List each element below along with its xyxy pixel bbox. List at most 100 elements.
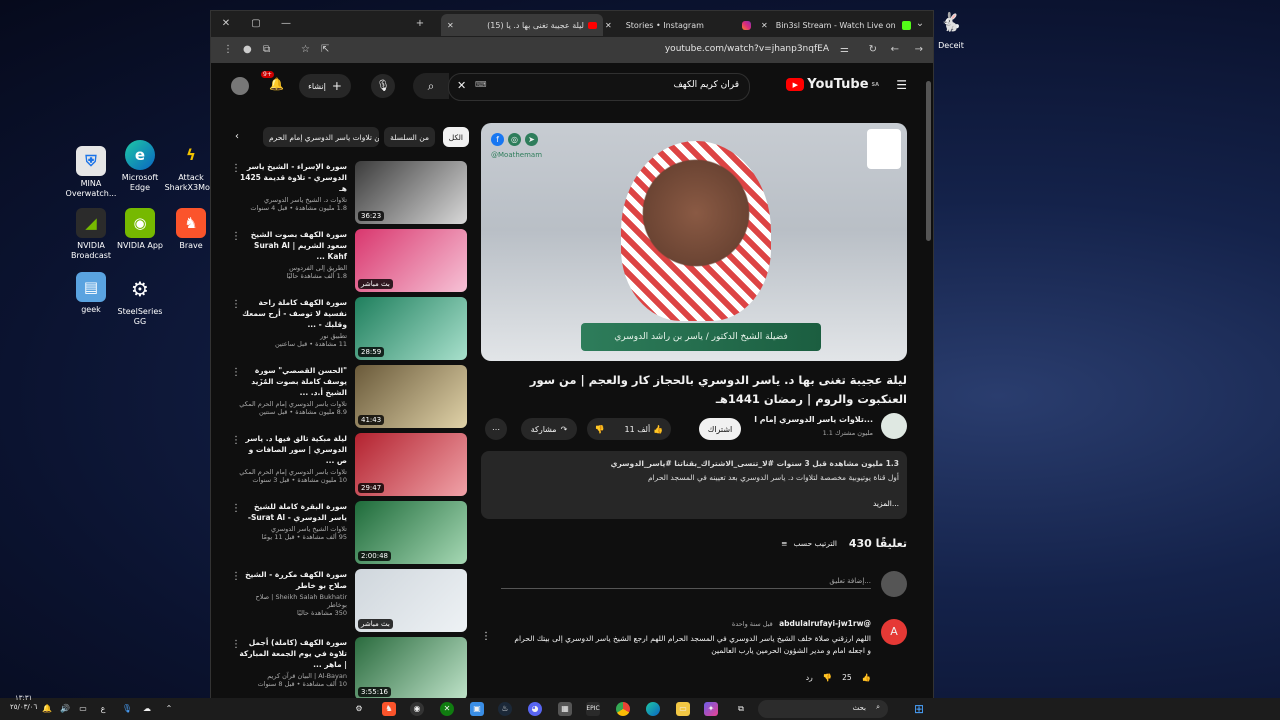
video-thumbnail[interactable]: 3:55:16 [355, 637, 467, 700]
task-view-icon[interactable]: ⧉ [734, 702, 748, 716]
clear-search-icon[interactable]: ✕ [457, 79, 466, 92]
search-input[interactable]: قران كريم الكهف [673, 80, 739, 90]
page-scrollbar[interactable] [926, 81, 931, 241]
video-title[interactable]: ليلة مبكية تالق فيها د. ياسر الدوسري | س… [237, 433, 347, 466]
close-tab-icon[interactable]: ✕ [605, 21, 612, 30]
video-menu-icon[interactable]: ⋮ [231, 231, 241, 242]
video-thumbnail[interactable]: 36:23 [355, 161, 467, 224]
tab-youtube[interactable]: ✕ (15) ليلة عجيبة تغنى بها د. يا [441, 14, 603, 36]
close-tab-icon[interactable]: ✕ [447, 21, 454, 30]
tab-instagram[interactable]: ✕ Stories • Instagram [599, 14, 757, 36]
steelseries-taskbar-icon[interactable]: ⚙ [352, 702, 366, 716]
close-window-button[interactable]: ✕ [219, 17, 233, 31]
video-menu-icon[interactable]: ⋮ [231, 163, 241, 174]
chip-series[interactable]: من السلسلة [384, 127, 435, 147]
onedrive-icon[interactable]: ☁ [140, 702, 154, 716]
microphone-tray-icon[interactable]: 🎙 [120, 702, 134, 716]
video-channel[interactable]: Sheikh Salah Bukhatir | صلاح بوخاطر [237, 593, 347, 609]
edge-taskbar-icon[interactable] [646, 702, 660, 716]
video-title[interactable]: سورة الكهف بصوت الشيخ سعود الشريم | Sura… [237, 229, 347, 262]
video-channel[interactable]: تلاوات ياسر الدوسري إمام الحرم المكي [237, 400, 347, 408]
video-menu-icon[interactable]: ⋮ [231, 571, 241, 582]
video-thumbnail[interactable]: 41:43 [355, 365, 467, 428]
video-channel[interactable]: الطريق إلى الفردوس [237, 264, 347, 272]
copilot-taskbar-icon[interactable]: ✦ [704, 702, 718, 716]
share-button[interactable]: مشاركة ↷ [521, 418, 577, 440]
video-thumbnail[interactable]: 28:59 [355, 297, 467, 360]
video-menu-icon[interactable]: ⋮ [231, 367, 241, 378]
sort-comments-button[interactable]: ≡ الترتيب حسب [781, 539, 837, 548]
create-button[interactable]: إنشاء + [299, 74, 351, 98]
like-icon[interactable]: 👍 [653, 425, 663, 434]
add-comment-input[interactable]: إضافة تعليق... [501, 577, 871, 589]
video-menu-icon[interactable]: ⋮ [231, 435, 241, 446]
discord-taskbar-icon[interactable]: ◕ [528, 702, 542, 716]
minimize-window-button[interactable]: — [279, 17, 293, 31]
show-more-link[interactable]: ...المزيد [873, 499, 899, 508]
video-menu-icon[interactable]: ⋮ [231, 299, 241, 310]
video-channel[interactable]: تلاوات ياسر الدوسري إمام الحرم المكي [237, 468, 347, 476]
reply-button[interactable]: رد [806, 673, 813, 682]
search-box[interactable]: ✕ ⌨ قران كريم الكهف [448, 73, 750, 101]
bookmark-star-icon[interactable]: ☆ [301, 44, 310, 55]
recommended-video[interactable]: 29:47 ليلة مبكية تالق فيها د. ياسر الدوسر… [231, 433, 467, 497]
chip-channel[interactable]: من تلاوات ياسر الدوسري إمام الحرم [263, 127, 379, 147]
recommended-video[interactable]: 41:43 "الحسن القصصي" سورة يوسف كاملة بصوت… [231, 365, 467, 429]
video-title[interactable]: سورة الإسراء - الشيخ ياسر الدوسري - تلاو… [237, 161, 347, 194]
desktop-icon-edge[interactable]: e Microsoft Edge [111, 140, 169, 193]
keyboard-icon[interactable]: ⌨ [475, 80, 487, 89]
comment-avatar[interactable]: A [881, 619, 907, 645]
url-field[interactable]: youtube.com/watch?v=jhanp3nqfEA [665, 44, 829, 54]
recommended-video[interactable]: 36:23 سورة الإسراء - الشيخ ياسر الدوسري -… [231, 161, 467, 225]
close-tab-icon[interactable]: ✕ [761, 21, 768, 30]
desktop-icon-nvidia-app[interactable]: ◉ NVIDIA App [111, 208, 169, 251]
extensions-icon[interactable]: ⧉ [263, 44, 270, 55]
menu-dots-icon[interactable]: ⋮ [223, 44, 233, 55]
taskbar-search-box[interactable]: بحث ⌕ [758, 700, 888, 718]
video-thumbnail[interactable]: 2:00:48 [355, 501, 467, 564]
file-explorer-taskbar-icon[interactable]: ▭ [676, 702, 690, 716]
recommended-video[interactable]: 3:55:16 سورة الكهف (كاملة) أجمل تلاوة في … [231, 637, 467, 701]
show-hidden-icons-icon[interactable]: ⌃ [162, 702, 176, 716]
comment-author[interactable]: @abdulalrufayi-jw1rw [779, 619, 871, 628]
video-thumbnail[interactable]: بث مباشر [355, 229, 467, 292]
profile-icon[interactable]: ● [243, 44, 252, 55]
comment-like-icon[interactable]: 👍 [862, 673, 871, 682]
channel-name[interactable]: تلاوات ياسر الدوسري إمام ا... [754, 415, 873, 424]
xbox-taskbar-icon[interactable]: ✕ [440, 702, 454, 716]
language-indicator[interactable]: ع [96, 702, 110, 716]
search-button[interactable]: ⌕ [413, 73, 449, 99]
youtube-logo[interactable]: ▶ YouTube SA [786, 77, 879, 92]
video-title[interactable]: سورة الكهف مكررة - الشيخ صلاح بو خاطر [237, 569, 347, 591]
voice-search-button[interactable]: 🎙 [371, 74, 395, 98]
forward-icon[interactable]: → [915, 44, 923, 55]
avatar[interactable] [231, 77, 249, 95]
tab-kick[interactable]: ✕ Bin3sl Stream - Watch Live on [755, 14, 917, 36]
recommended-video[interactable]: 28:59 سورة الكهف كاملة راحة نفسية لا توصف… [231, 297, 467, 361]
video-channel[interactable]: Al-Bayan | البيان قرآن كريم [237, 672, 347, 680]
brave-taskbar-icon[interactable]: ♞ [382, 702, 396, 716]
notification-icon[interactable]: 🔔 [40, 702, 54, 716]
video-description[interactable]: 1.3 مليون مشاهدة قبل 3 سنوات #لا_تنسى_ال… [481, 451, 907, 519]
video-thumbnail[interactable]: 29:47 [355, 433, 467, 496]
start-button-icon[interactable]: ⊞ [912, 702, 926, 716]
store-taskbar-icon[interactable]: ▦ [558, 702, 572, 716]
steam-taskbar-icon[interactable]: ♨ [498, 702, 512, 716]
comment-dislike-icon[interactable]: 👎 [823, 673, 832, 682]
desktop-icon-steelseries[interactable]: ⚙ SteelSeries GG [111, 274, 169, 327]
video-title[interactable]: سورة البقرة كاملة للشيخ ياسر الدوسري - S… [237, 501, 347, 523]
video-menu-icon[interactable]: ⋮ [231, 503, 241, 514]
obs-taskbar-icon[interactable]: ◉ [410, 702, 424, 716]
chrome-taskbar-icon[interactable] [616, 702, 630, 716]
recommended-video[interactable]: بث مباشر سورة الكهف بصوت الشيخ سعود الشري… [231, 229, 467, 293]
channel-avatar[interactable] [881, 413, 907, 439]
chip-all[interactable]: الكل [442, 127, 469, 147]
epic-taskbar-icon[interactable]: EPIC [586, 702, 600, 716]
share-page-icon[interactable]: ⇱ [321, 44, 329, 55]
tab-list-chevron-icon[interactable]: ⌄ [913, 17, 927, 31]
video-channel[interactable]: تلاوات الشيخ ياسر الدوسري [237, 525, 347, 533]
subscribe-button[interactable]: اشتراك [699, 418, 741, 440]
reload-icon[interactable]: ↻ [869, 44, 877, 55]
maximize-window-button[interactable]: ▢ [249, 17, 263, 31]
notifications-bell-icon[interactable]: 🔔 9+ [261, 71, 284, 91]
